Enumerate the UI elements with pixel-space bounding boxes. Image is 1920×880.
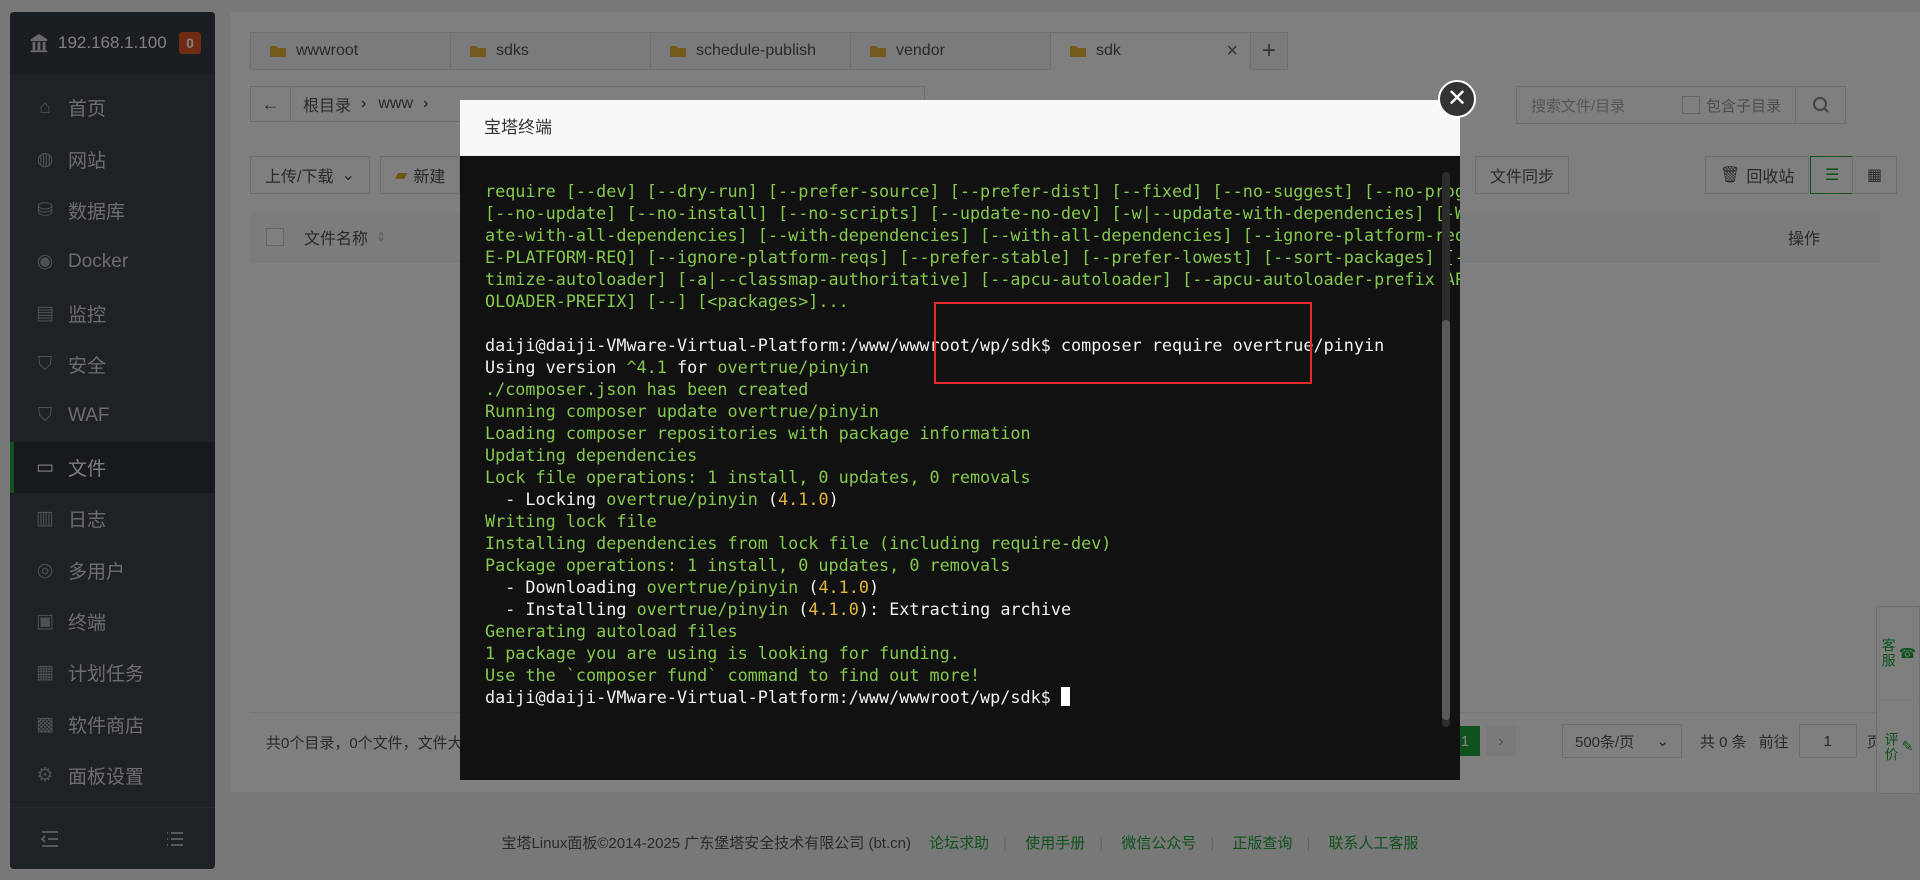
using-version-line: Using version ^4.1 for overtrue/pinyin bbox=[485, 356, 1412, 378]
output-block-c: Generating autoload files 1 package you a… bbox=[485, 620, 1412, 686]
help-text-block: require [--dev] [--dry-run] [--prefer-so… bbox=[485, 180, 1460, 312]
terminal-output[interactable]: require [--dev] [--dry-run] [--prefer-so… bbox=[460, 156, 1460, 780]
downloading-prefix: - Downloading bbox=[485, 577, 647, 597]
terminal-scrollbar[interactable] bbox=[1442, 172, 1450, 727]
terminal-line: 1 package you are using is looking for f… bbox=[485, 643, 960, 663]
downloading-line: - Downloading overtrue/pinyin (4.1.0) bbox=[485, 576, 1412, 598]
package-name: overtrue/pinyin bbox=[646, 577, 799, 597]
command-line: daiji@daiji-VMware-Virtual-Platform:/www… bbox=[485, 334, 1412, 356]
installing-prefix: - Installing bbox=[485, 599, 637, 619]
version-number: 4.1.0 bbox=[808, 599, 859, 619]
prompt: daiji@daiji-VMware-Virtual-Platform:/www… bbox=[485, 335, 1051, 355]
prompt: daiji@daiji-VMware-Virtual-Platform:/www… bbox=[485, 687, 1051, 707]
extracting-text: : Extracting archive bbox=[868, 599, 1072, 619]
terminal-line: Lock file operations: 1 install, 0 updat… bbox=[485, 467, 1031, 487]
terminal-line: ate-with-all-dependencies] [--with-depen… bbox=[485, 225, 1460, 245]
terminal-line: Running composer update overtrue/pinyin bbox=[485, 401, 880, 421]
terminal-line: Package operations: 1 install, 0 updates… bbox=[485, 555, 1011, 575]
version-number: 4.1.0 bbox=[778, 489, 829, 509]
output-block-b: Writing lock file Installing dependencies… bbox=[485, 510, 1412, 576]
package-name: overtrue/pinyin bbox=[717, 357, 869, 377]
terminal-line: Installing dependencies from lock file (… bbox=[485, 533, 1112, 553]
close-icon[interactable]: ✕ bbox=[1438, 80, 1476, 118]
paren: ) bbox=[858, 599, 869, 619]
paren: ( bbox=[788, 599, 809, 619]
paren: ( bbox=[757, 489, 779, 509]
scrollbar-thumb[interactable] bbox=[1442, 320, 1450, 720]
terminal-line: Loading composer repositories with packa… bbox=[485, 423, 1031, 443]
terminal-line: Updating dependencies bbox=[485, 445, 698, 465]
terminal-line: Writing lock file bbox=[485, 511, 657, 531]
terminal-line: Generating autoload files bbox=[485, 621, 738, 641]
command-text: composer require overtrue/pinyin bbox=[1050, 335, 1385, 355]
terminal-line: [--no-update] [--no-install] [--no-scrip… bbox=[485, 203, 1460, 223]
paren: ) bbox=[868, 577, 880, 597]
locking-prefix: - Locking bbox=[485, 489, 607, 509]
final-prompt-line: daiji@daiji-VMware-Virtual-Platform:/www… bbox=[485, 686, 1412, 708]
installing-line: - Installing overtrue/pinyin (4.1.0): Ex… bbox=[485, 598, 1412, 620]
paren: ) bbox=[828, 489, 839, 509]
terminal-line: E-PLATFORM-REQ] [--ignore-platform-reqs]… bbox=[485, 247, 1460, 267]
terminal-line: require [--dev] [--dry-run] [--prefer-so… bbox=[485, 181, 1460, 201]
locking-line: - Locking overtrue/pinyin (4.1.0) bbox=[485, 488, 1412, 510]
terminal-line: OLOADER-PREFIX] [--] [<packages>]... bbox=[485, 291, 849, 311]
paren: ( bbox=[798, 577, 819, 597]
terminal-modal: 宝塔终端 ✕ require [--dev] [--dry-run] [--pr… bbox=[460, 80, 1476, 780]
terminal-line: Use the `composer fund` command to find … bbox=[485, 665, 981, 685]
package-name: overtrue/pinyin bbox=[636, 599, 789, 619]
output-block-a: ./composer.json has been created Running … bbox=[485, 378, 1412, 488]
terminal-line: ./composer.json has been created bbox=[485, 379, 809, 399]
terminal-line: timize-autoloader] [-a|--classmap-author… bbox=[485, 269, 1460, 289]
version-number: 4.1.0 bbox=[818, 577, 869, 597]
for-word: for bbox=[666, 357, 718, 377]
version-constraint: ^4.1 bbox=[626, 357, 667, 377]
terminal-cursor bbox=[1060, 687, 1070, 706]
package-name: overtrue/pinyin bbox=[606, 489, 758, 509]
using-version-prefix: Using version bbox=[485, 357, 627, 377]
modal-title: 宝塔终端 bbox=[460, 100, 1460, 156]
